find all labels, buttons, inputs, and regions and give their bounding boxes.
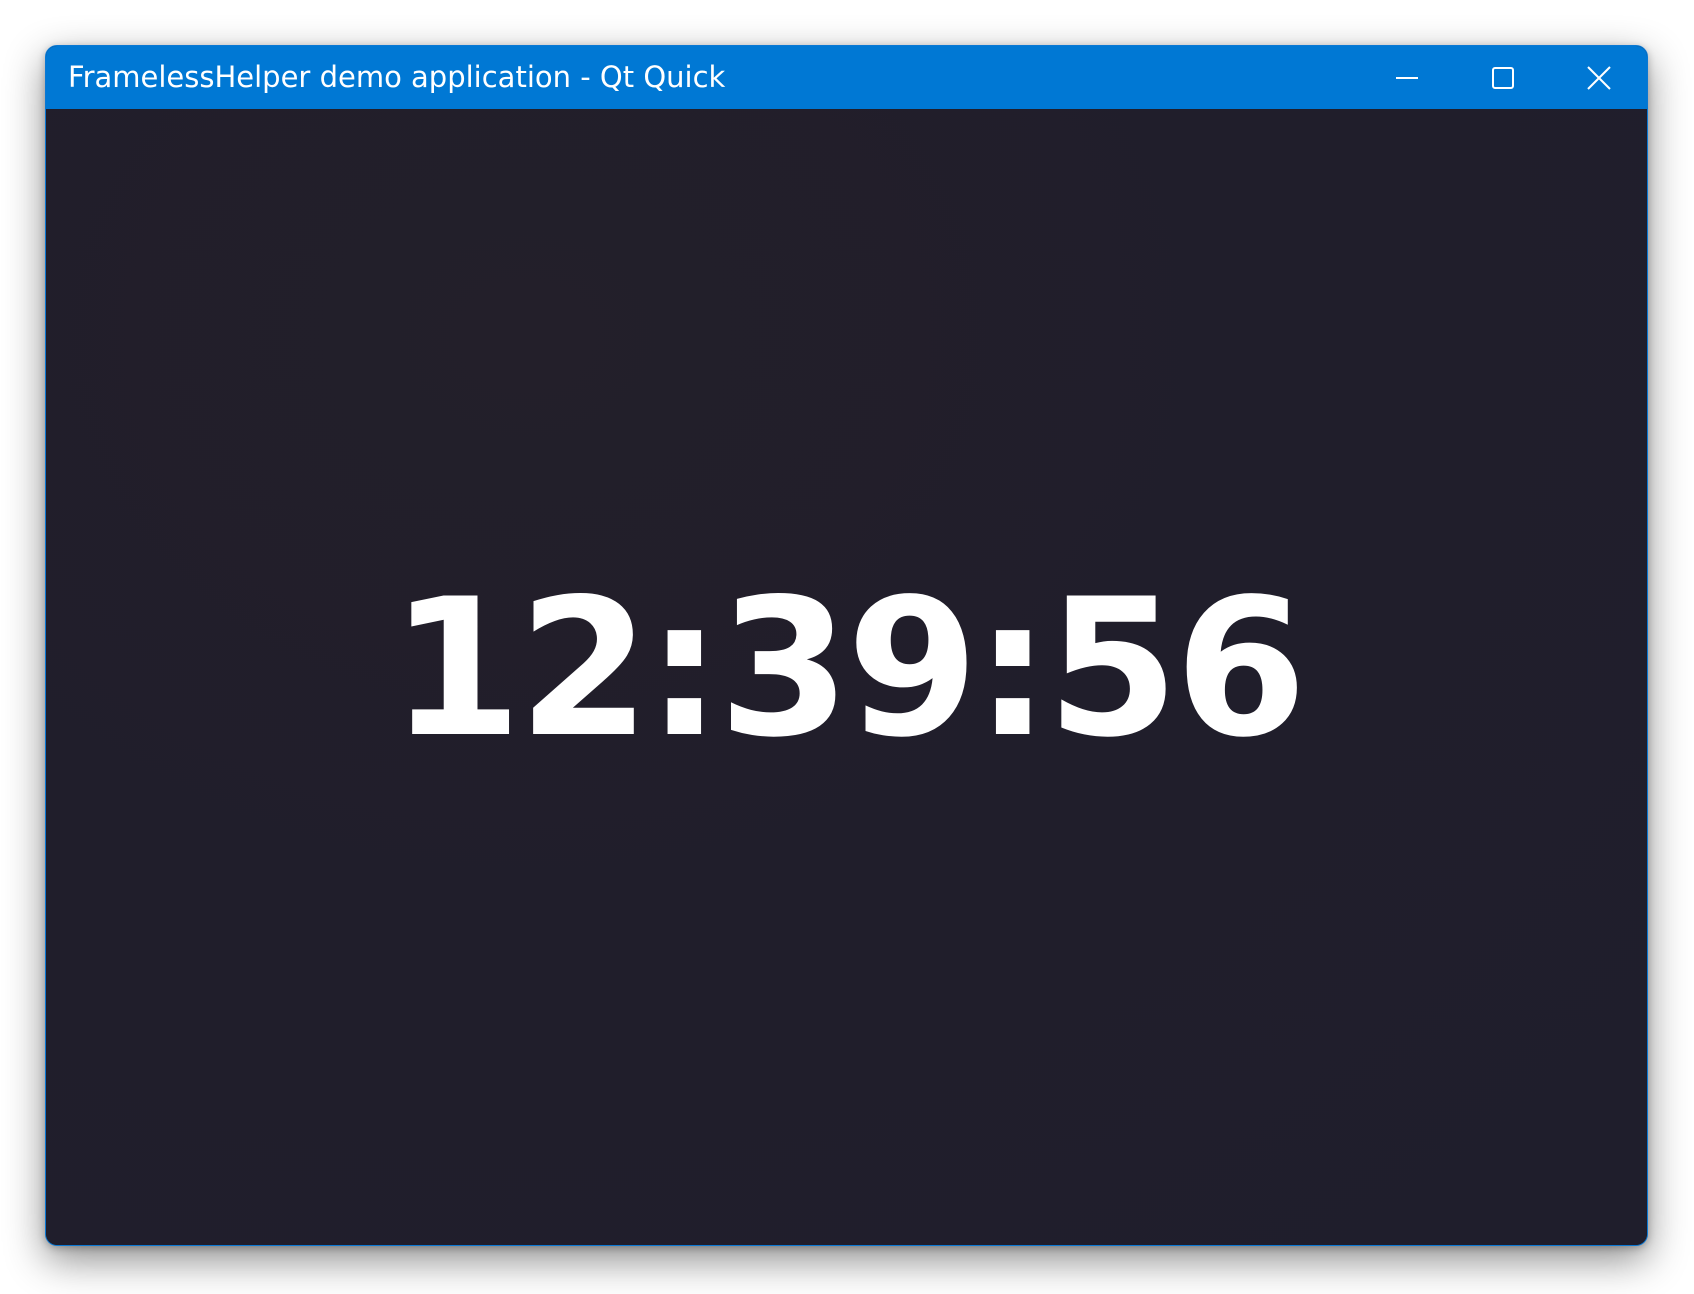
- title-bar[interactable]: FramelessHelper demo application - Qt Qu…: [46, 46, 1647, 109]
- content-area: 12:39:56: [46, 109, 1647, 1245]
- desktop: FramelessHelper demo application - Qt Qu…: [0, 0, 1694, 1294]
- window-title: FramelessHelper demo application - Qt Qu…: [68, 60, 726, 94]
- app-window: FramelessHelper demo application - Qt Qu…: [45, 45, 1648, 1246]
- minimize-icon: [1396, 76, 1418, 79]
- close-button[interactable]: [1551, 46, 1647, 109]
- maximize-button[interactable]: [1455, 46, 1551, 109]
- minimize-button[interactable]: [1359, 46, 1455, 109]
- clock-time: 12:39:56: [389, 558, 1307, 779]
- maximize-icon: [1492, 66, 1514, 89]
- caption-buttons: [1359, 46, 1647, 109]
- close-icon: [1587, 65, 1611, 90]
